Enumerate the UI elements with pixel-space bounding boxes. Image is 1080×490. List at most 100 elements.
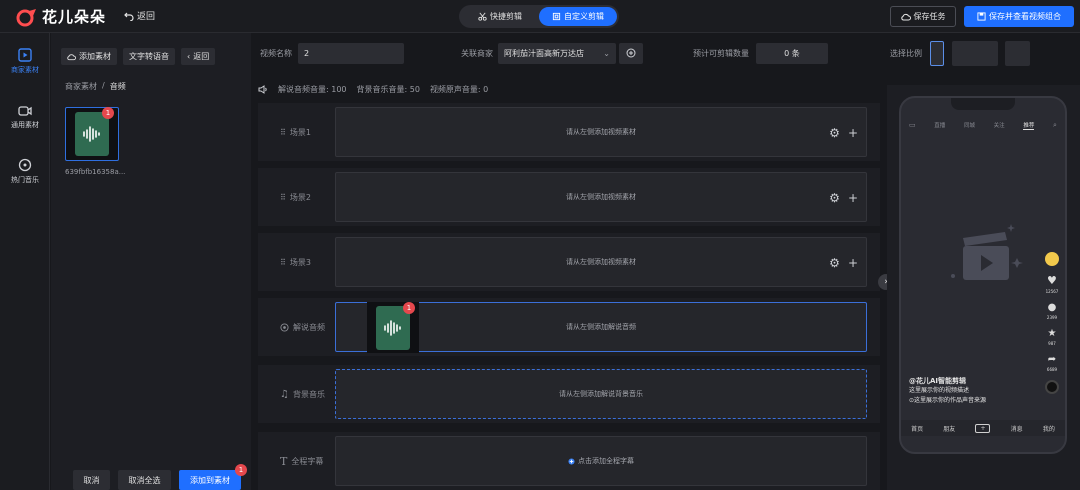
add-material-button[interactable]: 添加素材 — [61, 48, 117, 65]
bgm-volume[interactable]: 背景音乐音量: 50 — [357, 84, 420, 95]
mode-switch: 快捷剪辑 自定义剪辑 — [459, 5, 619, 28]
narration-track: 解说音频 请从左侧添加解说音频 1 — [258, 298, 880, 356]
tab-custom-edit[interactable]: 自定义剪辑 — [539, 7, 617, 26]
ratio-label: 选择比例 — [890, 48, 922, 58]
back-button[interactable]: 返回 — [124, 9, 155, 22]
nav-hot-music[interactable]: 热门音乐 — [0, 151, 50, 191]
scene-1-label: 场景1 — [289, 127, 311, 137]
bgm-track: ♫ 背景音乐 请从左侧添加解说背景音乐 — [258, 365, 880, 423]
scene-track-1: ⠿ 场景1 请从左侧添加视频素材 ⚙ + — [258, 103, 880, 161]
scene-track-3: ⠿ 场景3 请从左侧添加视频素材 ⚙ + — [258, 233, 880, 291]
audio-card — [75, 112, 109, 156]
bgm-track-label: ♫ 背景音乐 — [280, 365, 325, 423]
save-and-view-button[interactable]: 保存并查看视频组合 — [964, 6, 1074, 27]
logo: 花儿朵朵 — [16, 6, 106, 27]
phone-notch — [951, 98, 1015, 110]
estimate-value: 0 条 — [756, 42, 828, 64]
narration-placeholder: 请从左侧添加解说音频 — [566, 323, 636, 331]
tv-icon: ▭ — [909, 121, 916, 129]
nav-merchant-material[interactable]: 商家素材 — [0, 41, 50, 81]
crop-icon — [552, 12, 561, 21]
material-panel: 添加素材 文字转语音 ‹ 返回 商家素材 / 音频 1 639fbfb16358… — [51, 33, 251, 490]
avatar — [1045, 252, 1059, 266]
caption-title: @花儿AI智能剪辑 — [909, 377, 967, 385]
material-back-button[interactable]: ‹ 返回 — [181, 48, 216, 65]
share-count: 6689 — [1046, 367, 1058, 372]
bgm-dropzone[interactable]: 请从左侧添加解说背景音乐 — [335, 369, 867, 419]
scissors-icon — [478, 12, 487, 21]
comment-icon: ● — [1047, 302, 1057, 313]
ratio-option-landscape[interactable] — [952, 40, 998, 66]
gear-icon[interactable]: ⚙ — [829, 191, 840, 205]
drag-handle-icon[interactable]: ⠿ — [280, 258, 286, 267]
phone-top-tabs: ▭ 直播 同城 关注 推荐 ⌕ — [901, 118, 1065, 132]
scene-tools: ⚙ + — [829, 173, 858, 223]
gear-icon[interactable]: ⚙ — [829, 126, 840, 140]
original-volume[interactable]: 视频原声音量: 0 — [430, 84, 488, 95]
add-to-material-button[interactable]: 添加到素材 1 — [179, 464, 247, 490]
video-name-label: 视频名称 — [260, 48, 292, 58]
phone-tab-home: 首页 — [911, 425, 924, 433]
text-to-speech-label: 文字转语音 — [129, 52, 169, 61]
plus-circle-icon — [568, 457, 575, 465]
breadcrumb-root[interactable]: 商家素材 — [65, 81, 97, 92]
share-action: ➦ 6689 — [1047, 354, 1057, 372]
nav-merchant-material-label: 商家素材 — [11, 65, 39, 74]
plus-icon[interactable]: + — [848, 126, 858, 140]
merchant-select[interactable]: 阿利茄汁面高新万达店 ⌄ — [498, 42, 616, 64]
phone-tab-friends: 朋友 — [943, 425, 956, 433]
video-camera-icon — [18, 105, 32, 116]
phone-tab-me: 我的 — [1042, 425, 1055, 433]
music-disc-icon — [18, 158, 32, 171]
drag-handle-icon[interactable]: ⠿ — [280, 193, 286, 202]
plus-icon[interactable]: + — [848, 256, 858, 270]
estimate-label: 预计可剪辑数量 — [693, 48, 749, 58]
brand-logo-icon — [16, 8, 36, 26]
audio-wave-icon — [83, 126, 100, 142]
phone-mockup: ▭ 直播 同城 关注 推荐 ⌕ ♥ 12567 ● 2399 ★ 987 ➦ 6… — [899, 96, 1067, 454]
drag-handle-icon[interactable]: ⠿ — [280, 128, 286, 137]
work-area: 视频名称 2 关联商家 阿利茄汁面高新万达店 ⌄ 预计可剪辑数量 0 条 选择比… — [252, 33, 1030, 490]
tab-quick-edit[interactable]: 快捷剪辑 — [461, 7, 539, 26]
narration-clip[interactable]: 1 — [367, 302, 419, 353]
play-square-icon — [18, 47, 32, 62]
speaker-icon — [258, 84, 267, 94]
narration-volume[interactable]: 解说音频音量: 100 — [278, 84, 347, 95]
deselect-all-button[interactable]: 取消全选 — [118, 470, 171, 490]
star-icon: ★ — [1047, 328, 1057, 339]
caption-source: ⊙这里展示你的作品声音来源 — [909, 397, 987, 404]
phone-tab-live: 直播 — [934, 123, 946, 129]
scene-1-dropzone[interactable]: 请从左侧添加视频素材 ⚙ + — [335, 107, 867, 157]
add-material-label: 添加素材 — [79, 52, 111, 61]
cancel-button[interactable]: 取消 — [73, 470, 110, 490]
back-label: 返回 — [137, 12, 156, 22]
bgm-placeholder: 请从左侧添加解说背景音乐 — [559, 390, 643, 398]
tab-custom-edit-label: 自定义剪辑 — [564, 12, 604, 21]
scene-2-dropzone[interactable]: 请从左侧添加视频素材 ⚙ + — [335, 172, 867, 222]
narration-count-badge: 1 — [403, 302, 415, 314]
heart-icon: ♥ — [1047, 274, 1057, 287]
save-task-button[interactable]: 保存任务 — [890, 6, 956, 27]
subtitle-dropzone[interactable]: 点击添加全程字幕 — [335, 436, 867, 486]
narration-label: 解说音频 — [293, 322, 325, 332]
scene-2-label: 场景2 — [289, 192, 311, 202]
ratio-option-portrait[interactable] — [930, 40, 944, 66]
text-to-speech-button[interactable]: 文字转语音 — [123, 48, 175, 65]
ratio-option-square[interactable] — [1005, 40, 1030, 66]
plus-icon[interactable]: + — [848, 191, 858, 205]
nav-common-material[interactable]: 通用素材 — [0, 97, 50, 137]
subtitle-track-label: T 全程字幕 — [280, 432, 323, 490]
save-icon — [977, 12, 986, 21]
phone-tab-recommend: 推荐 — [1023, 122, 1035, 130]
gear-icon[interactable]: ⚙ — [829, 256, 840, 270]
narration-dropzone[interactable]: 请从左侧添加解说音频 1 — [335, 302, 867, 353]
add-merchant-button[interactable] — [619, 42, 643, 64]
text-icon: T — [280, 454, 288, 468]
subtitle-label: 全程字幕 — [291, 456, 324, 466]
favorite-action: ★ 987 — [1048, 328, 1057, 346]
scene-3-dropzone[interactable]: 请从左侧添加视频素材 ⚙ + — [335, 237, 867, 287]
scene-3-label: 场景3 — [289, 257, 311, 267]
video-name-input[interactable]: 2 — [298, 42, 404, 64]
phone-side-actions: ♥ 12567 ● 2399 ★ 987 ➦ 6689 — [1045, 252, 1059, 394]
audio-asset-thumbnail[interactable]: 1 — [65, 107, 119, 161]
